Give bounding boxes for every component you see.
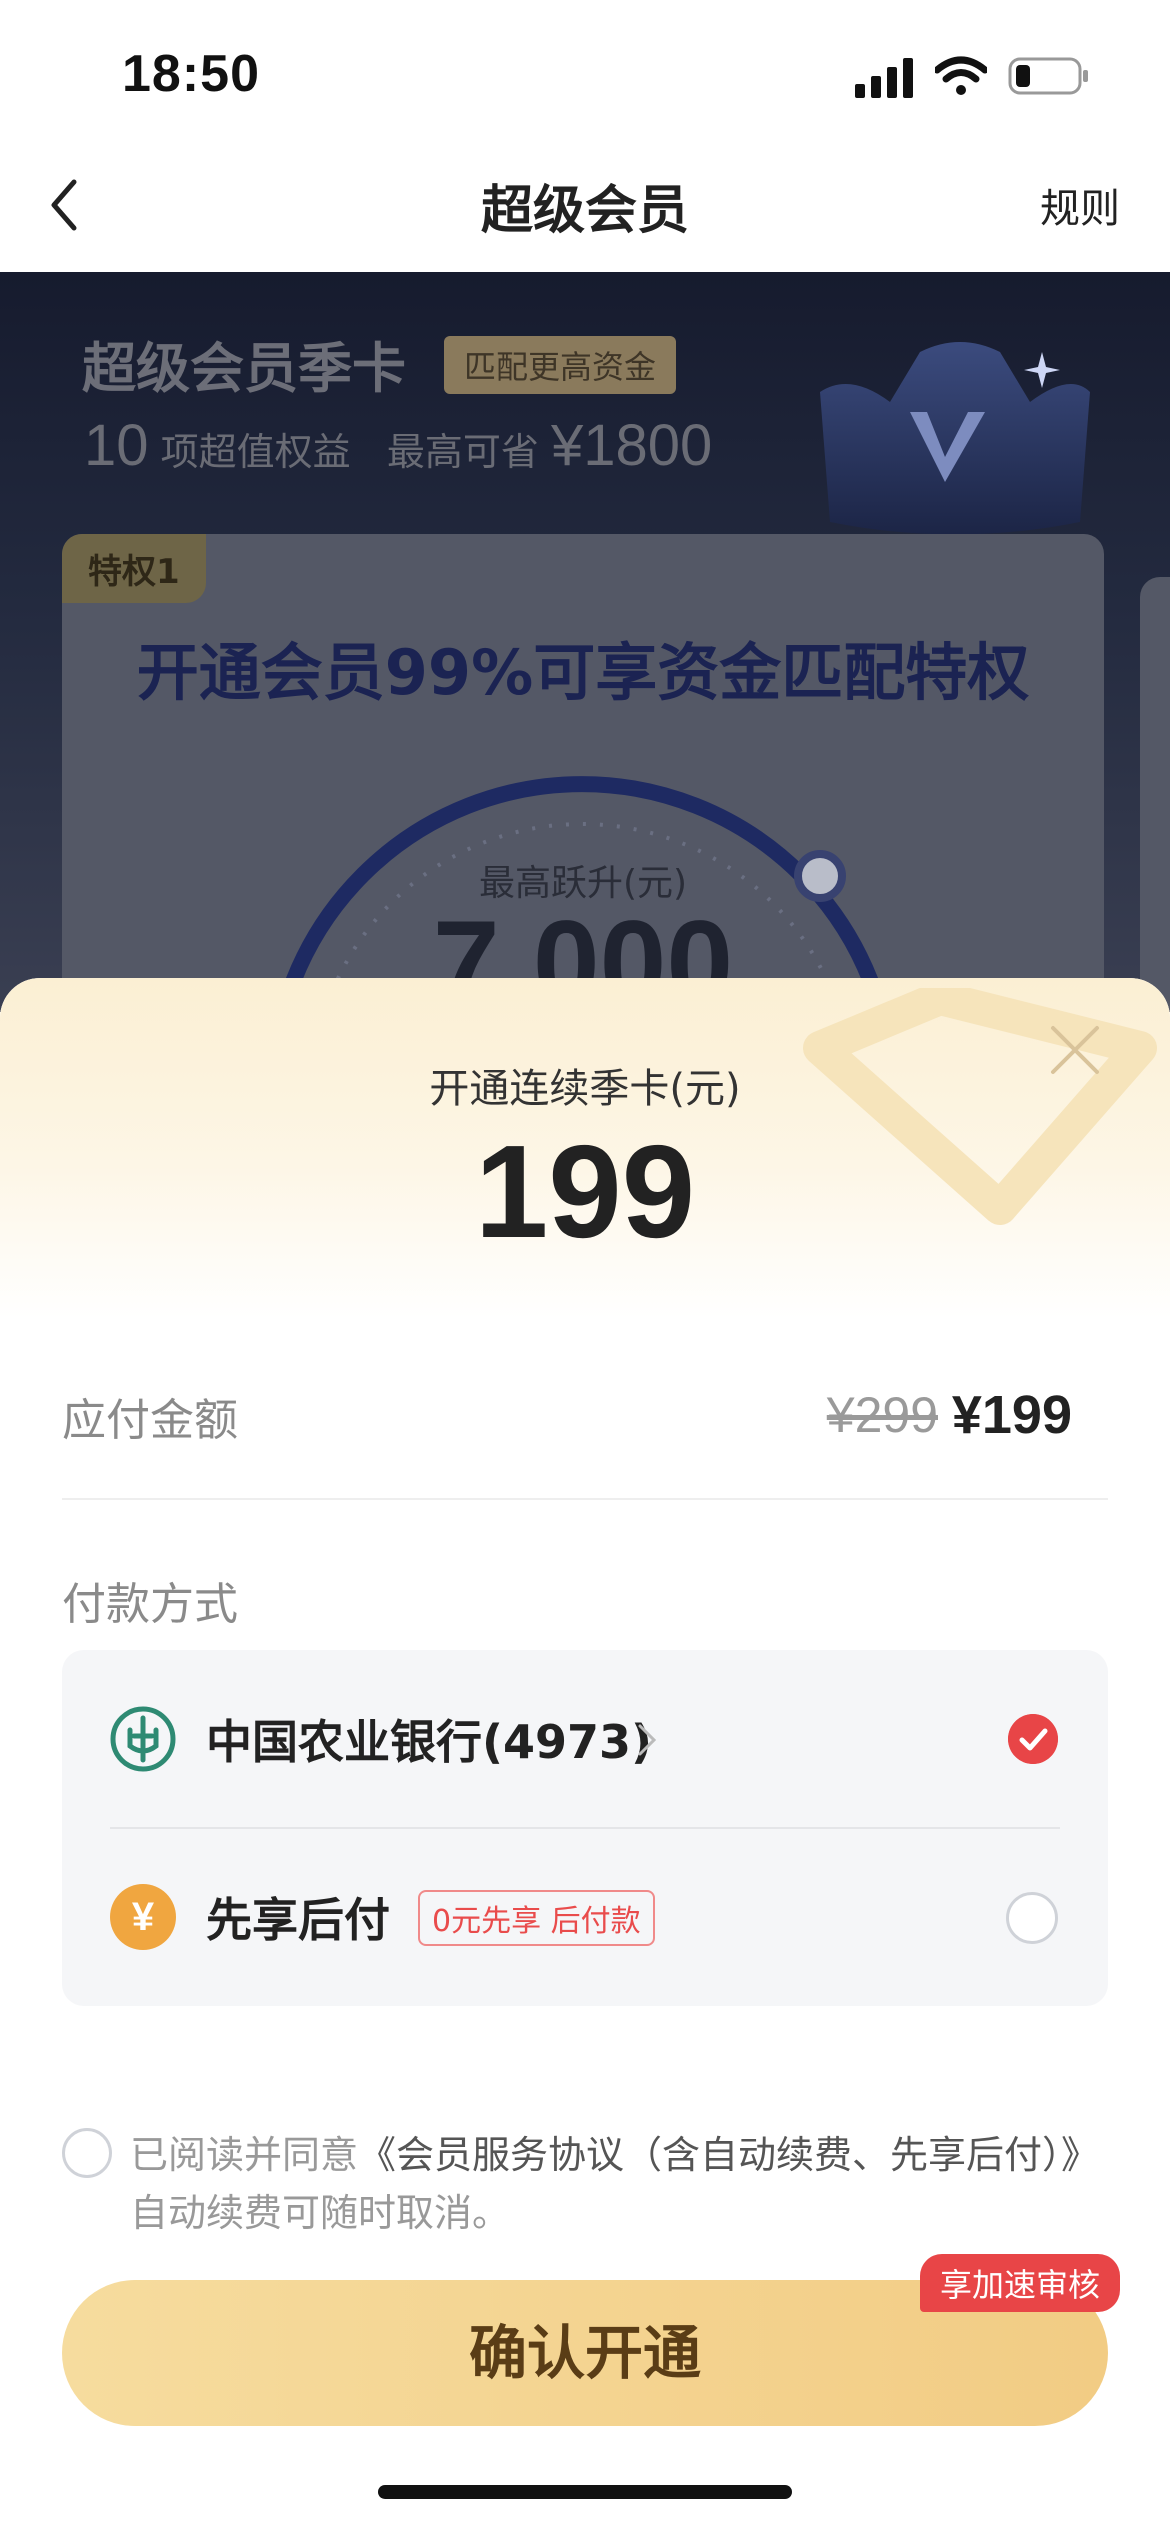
privilege-headline: 开通会员99%可享资金匹配特权 xyxy=(136,636,1030,709)
membership-hero: 超级会员季卡 匹配更高资金 10 项超值权益 最高可省 ¥1800 特权1 开通… xyxy=(0,272,1170,1012)
wifi-icon xyxy=(935,56,987,95)
agreement-post: 自动续费可随时取消。 xyxy=(130,2191,511,2235)
pay-later-name: 先享后付 xyxy=(206,1893,390,1947)
benefit-count: 10 xyxy=(84,413,149,478)
payment-sheet: 开通连续季卡(元) 199 应付金额 ¥299 ¥199 付款方式 中国农业银行… xyxy=(0,978,1170,2532)
privilege-badge: 特权1 xyxy=(62,534,206,603)
battery-icon xyxy=(1008,57,1088,95)
rules-link[interactable]: 规则 xyxy=(1040,176,1120,234)
yen-icon: ¥ xyxy=(110,1884,176,1950)
agreement-checkbox[interactable] xyxy=(62,2128,112,2178)
privilege-card[interactable]: 特权1 开通会员99%可享资金匹配特权 最高跃升(元) 7,000 xyxy=(62,534,1104,1012)
home-indicator xyxy=(378,2485,792,2499)
chevron-right-icon[interactable] xyxy=(632,1720,662,1760)
radio-checked-icon[interactable] xyxy=(1008,1714,1058,1764)
status-time: 18:50 xyxy=(122,45,260,103)
status-bar: 18:50 xyxy=(0,0,1170,150)
page-title: 超级会员 xyxy=(480,181,689,241)
signal-icon xyxy=(855,58,913,98)
agreement-pre: 已阅读并同意 xyxy=(130,2133,359,2177)
agreement-text: 已阅读并同意《会员服务协议（含自动续费、先享后付）》自动续费可随时取消。 xyxy=(130,2126,1110,2242)
payment-methods: 中国农业银行(4973) ¥ 先享后付 0元先享 后付款 xyxy=(62,1650,1108,2006)
payable-amount-row: 应付金额 ¥299 ¥199 xyxy=(62,1368,1108,1500)
radio-unchecked-icon[interactable] xyxy=(1006,1892,1058,1944)
save-text: 最高可省 xyxy=(386,430,539,474)
speed-review-badge: 享加速审核 xyxy=(920,2254,1121,2312)
benefit-count-text: 项超值权益 xyxy=(160,430,351,474)
original-price: ¥299 xyxy=(826,1387,938,1443)
save-amount: ¥1800 xyxy=(550,413,713,478)
pay-later-tag: 0元先享 后付款 xyxy=(418,1890,655,1946)
next-privilege-card[interactable] xyxy=(1140,577,1170,1012)
agreement-link[interactable]: 《会员服务协议（含自动续费、先享后付）》 xyxy=(358,2133,1099,2177)
hero-title: 超级会员季卡 xyxy=(82,337,406,400)
payment-method-label: 付款方式 xyxy=(62,1579,238,1630)
pay-method-bank[interactable]: 中国农业银行(4973) xyxy=(62,1650,1108,1828)
plan-label: 开通连续季卡(元) xyxy=(429,1066,741,1112)
hero-subtitle: 10 项超值权益 最高可省 ¥1800 xyxy=(84,412,712,479)
pay-method-pay-later[interactable]: ¥ 先享后付 0元先享 后付款 xyxy=(62,1828,1108,2006)
current-price: ¥199 xyxy=(951,1385,1072,1445)
crown-icon xyxy=(820,342,1090,535)
nav-bar: 超级会员 规则 xyxy=(0,150,1170,272)
bank-name: 中国农业银行(4973) xyxy=(206,1715,653,1769)
hero-tag: 匹配更高资金 xyxy=(444,336,677,394)
amount-label: 应付金额 xyxy=(62,1395,238,1446)
abc-bank-icon xyxy=(110,1706,176,1772)
plan-price: 199 xyxy=(474,1118,696,1265)
